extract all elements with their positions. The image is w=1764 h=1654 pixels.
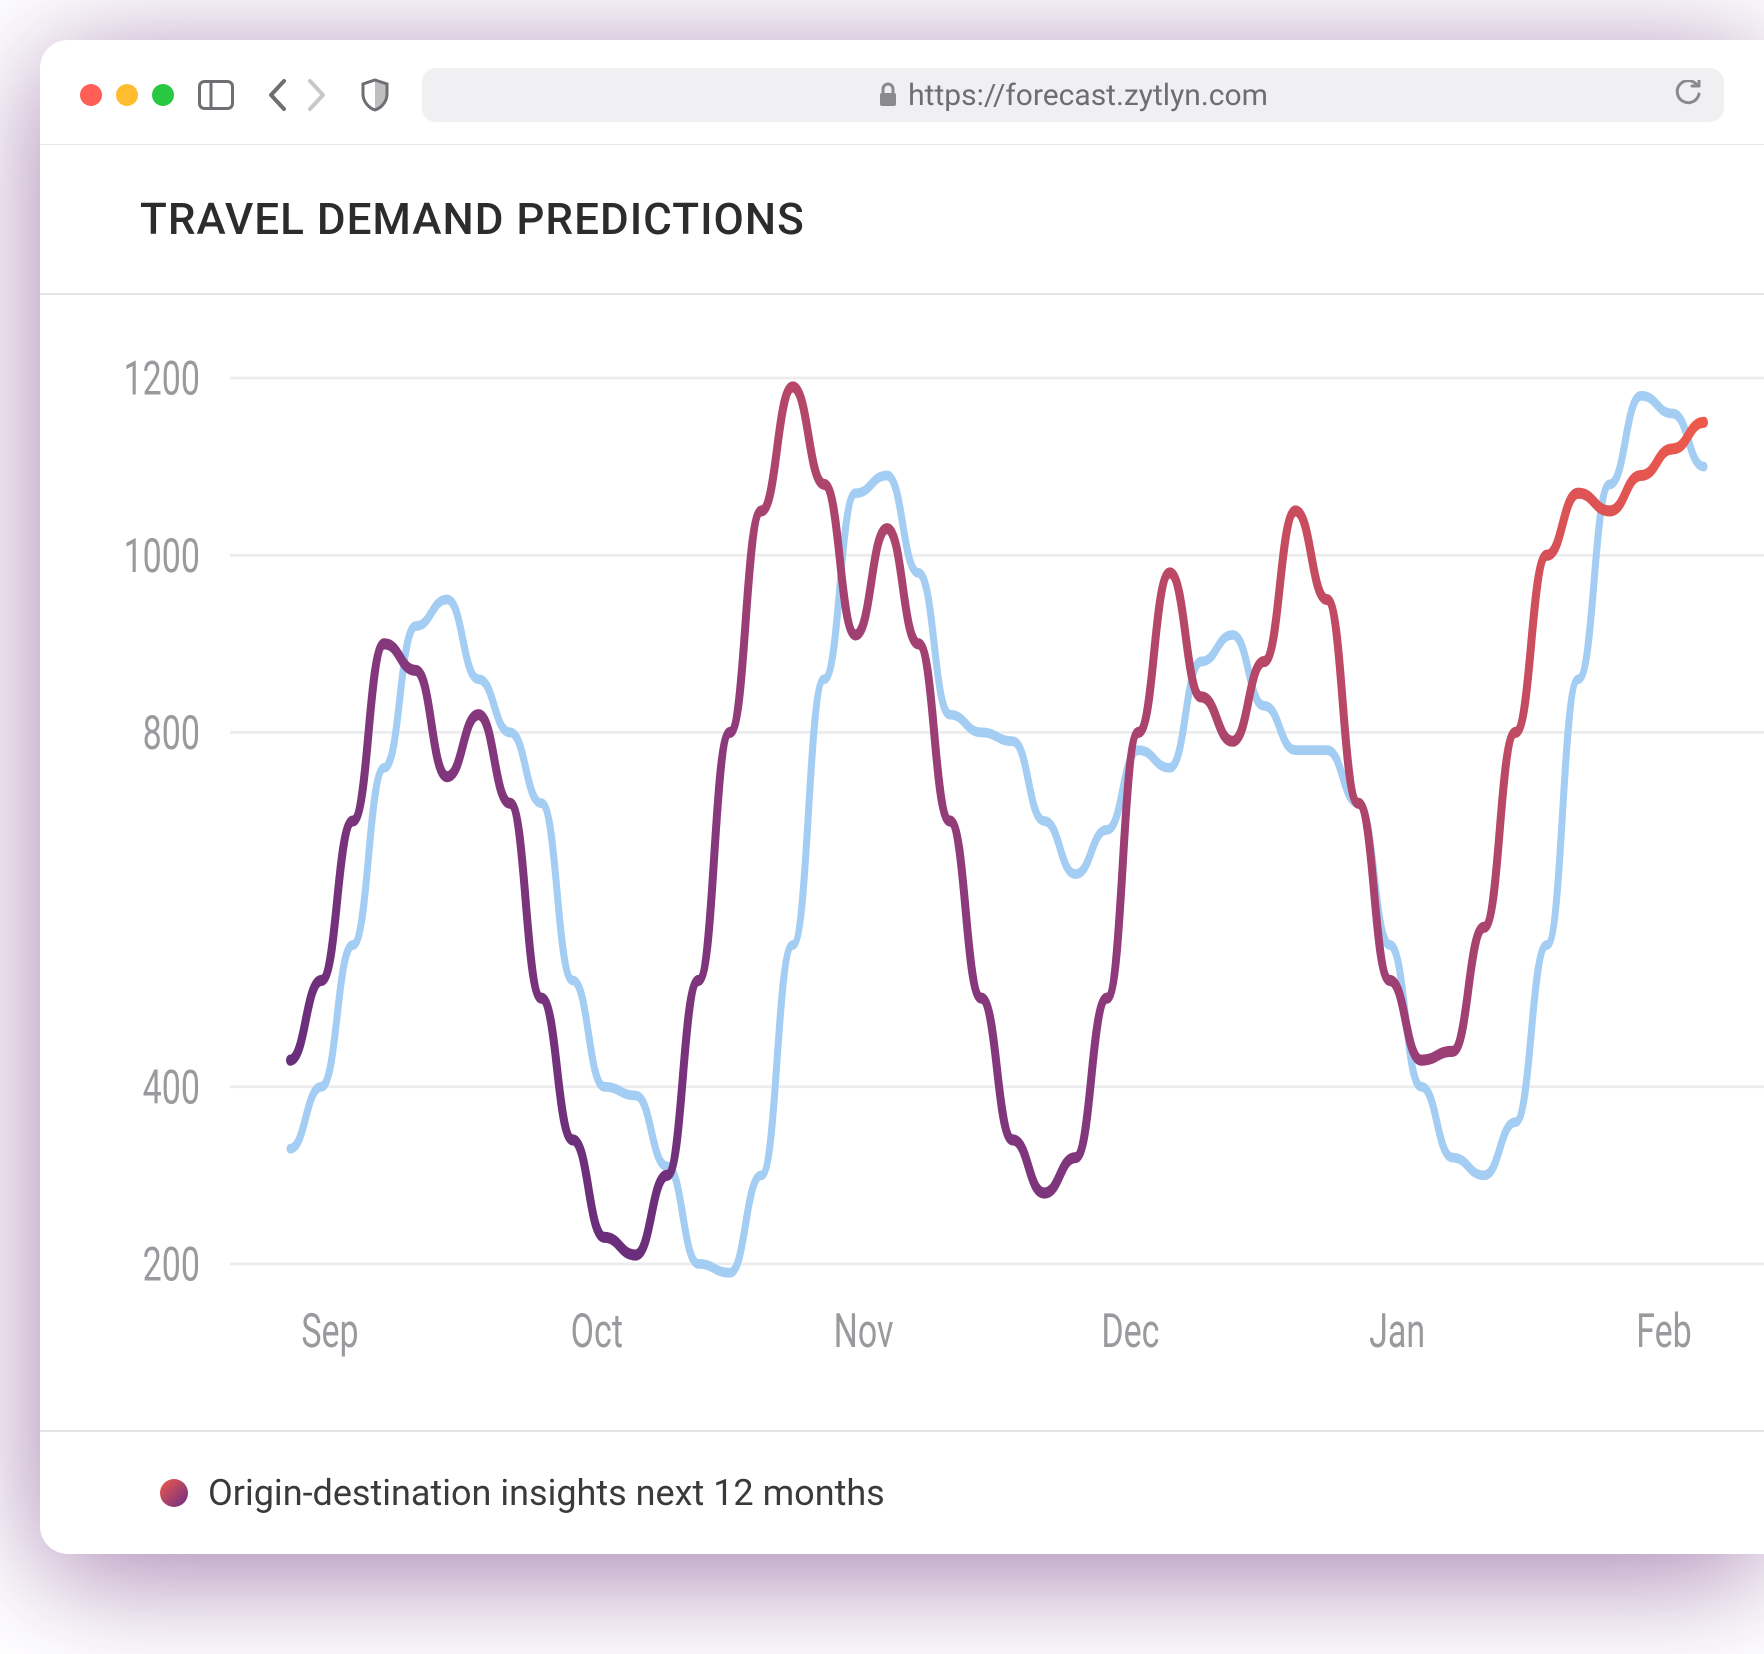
- browser-toolbar: https://forecast.zytlyn.com: [40, 40, 1764, 145]
- legend-swatch-main: [160, 1479, 188, 1507]
- svg-text:Dec: Dec: [1101, 1305, 1159, 1360]
- minimize-window-button[interactable]: [116, 84, 138, 106]
- svg-text:Sep: Sep: [301, 1305, 358, 1360]
- svg-text:Oct: Oct: [571, 1305, 623, 1360]
- chart-series-main: [290, 387, 1704, 1255]
- back-button[interactable]: [266, 78, 288, 112]
- svg-text:400: 400: [143, 1061, 200, 1116]
- svg-text:800: 800: [143, 707, 200, 762]
- page-title: TRAVEL DEMAND PREDICTIONS: [40, 145, 1764, 295]
- address-bar[interactable]: https://forecast.zytlyn.com: [422, 68, 1724, 122]
- svg-text:1000: 1000: [124, 529, 200, 584]
- window-controls: [80, 84, 174, 106]
- url-text: https://forecast.zytlyn.com: [908, 78, 1268, 113]
- lock-icon: [878, 82, 898, 108]
- sidebar-toggle-icon[interactable]: [198, 80, 234, 110]
- chart-legend: Origin-destination insights next 12 mont…: [40, 1432, 1764, 1554]
- forward-button[interactable]: [306, 78, 328, 112]
- browser-window: https://forecast.zytlyn.com TRAVEL DEMAN…: [40, 40, 1764, 1554]
- privacy-shield-icon[interactable]: [360, 78, 390, 112]
- svg-text:Nov: Nov: [834, 1305, 894, 1360]
- legend-label-main: Origin-destination insights next 12 mont…: [208, 1472, 885, 1514]
- reload-icon[interactable]: [1674, 80, 1702, 110]
- svg-text:200: 200: [143, 1238, 200, 1293]
- chart-series-comparison: [290, 396, 1704, 1273]
- close-window-button[interactable]: [80, 84, 102, 106]
- page-content: TRAVEL DEMAND PREDICTIONS 200 400 800 1000 1…: [40, 145, 1764, 1554]
- svg-text:Feb: Feb: [1636, 1305, 1692, 1360]
- svg-text:Jan: Jan: [1369, 1305, 1425, 1360]
- demand-chart: 200 400 800 1000 1200 Sep Oct Nov Dec Jan Feb: [40, 295, 1764, 1432]
- maximize-window-button[interactable]: [152, 84, 174, 106]
- svg-text:1200: 1200: [124, 352, 200, 407]
